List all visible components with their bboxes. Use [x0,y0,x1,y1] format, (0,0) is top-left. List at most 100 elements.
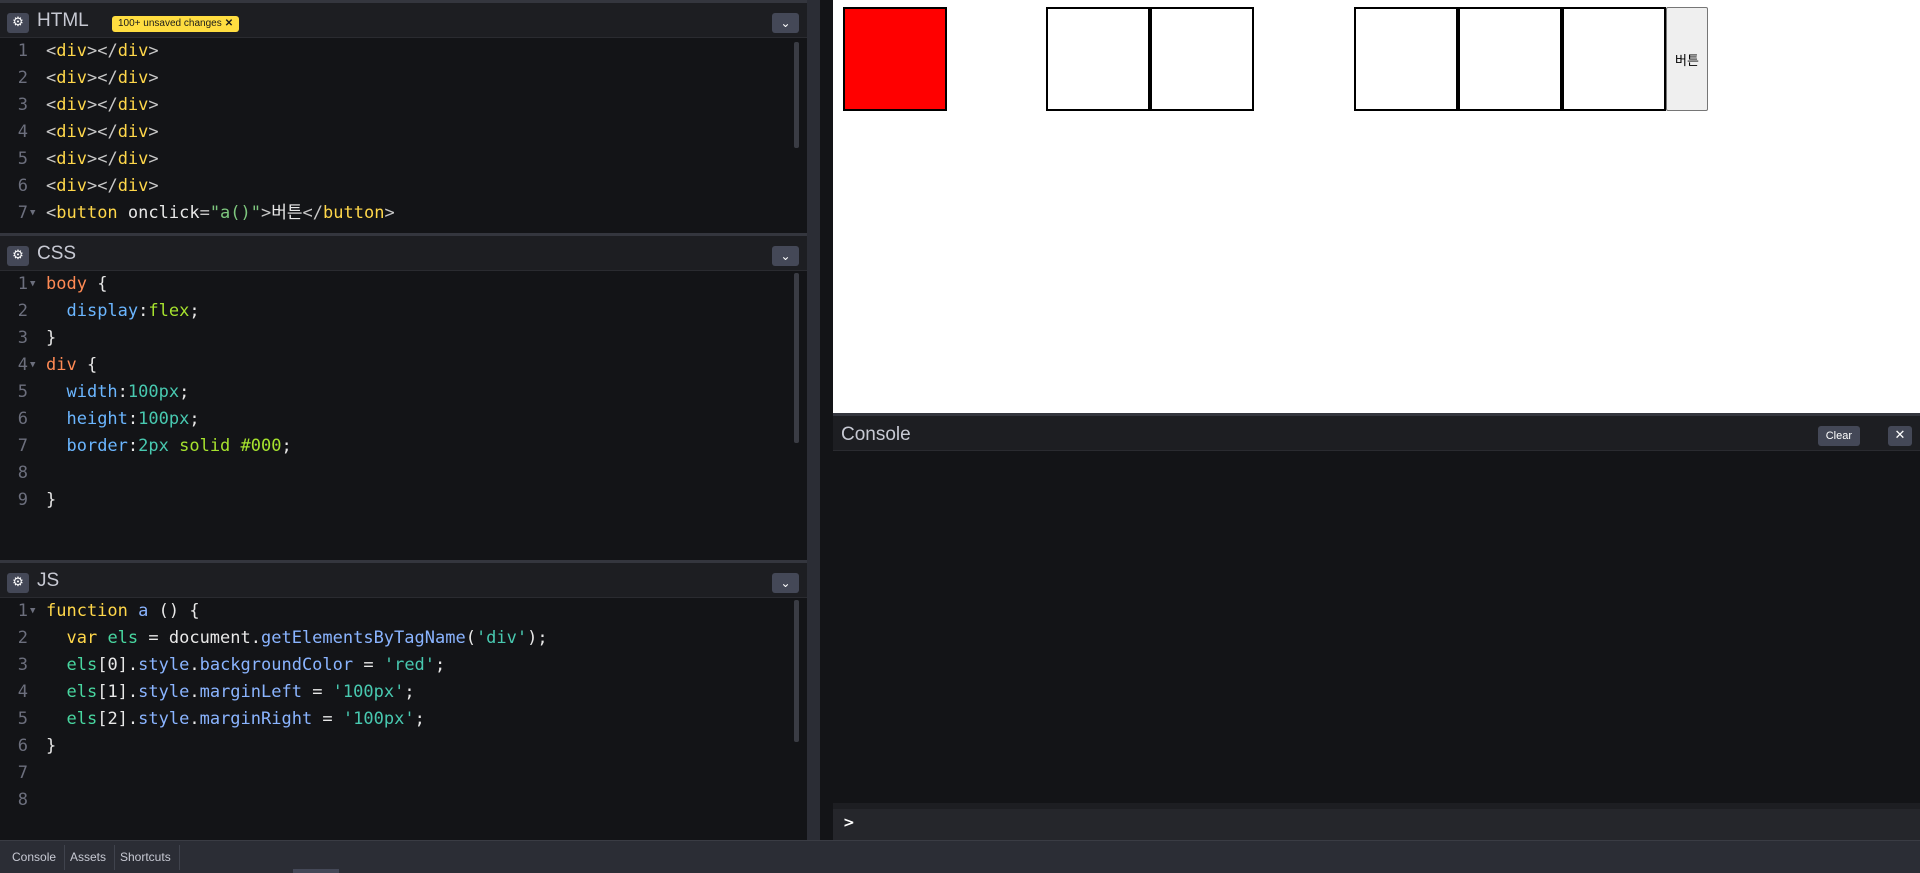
code-text: <div></div> [46,41,159,61]
code-text: els[0].style.backgroundColor = 'red'; [66,655,446,675]
code-line[interactable]: 9} [0,487,807,514]
fold-arrow-icon[interactable]: ▼ [30,200,35,227]
code-line[interactable]: 5 els[2].style.marginRight = '100px'; [0,706,807,733]
code-line[interactable]: 3} [0,325,807,352]
shortcuts-button[interactable]: Shortcuts [112,845,180,870]
code-line[interactable]: 2 var els = document.getElementsByTagNam… [0,625,807,652]
preview-box [1562,7,1666,111]
clear-button[interactable]: Clear [1817,426,1860,446]
code-line[interactable]: 4 <div></div> [0,119,807,146]
console-header: Console Clear ✕ [833,413,1920,451]
css-code-area[interactable]: 1 ▼ body {2 display:flex; 3} 4 ▼ div {5 width:… [0,271,807,560]
fold-arrow-icon[interactable]: ▼ [30,271,35,298]
chevron-down-icon[interactable]: ⌄ [772,13,799,33]
codepen-app: ⚙ HTML 100+ unsaved changes ✕ ⌄ 1 <div></d… [0,0,1920,873]
code-text: var els = document.getElementsByTagName(… [66,628,548,648]
line-number: 8 [17,790,28,810]
fold-arrow-icon[interactable]: ▼ [30,352,35,379]
code-text: <div></div> [46,149,159,169]
code-text: } [46,490,57,510]
line-number: 7 [17,436,28,456]
line-number: 6 [17,176,28,196]
console-title: Console [841,424,911,445]
preview-box [1354,7,1458,111]
js-code-area[interactable]: 1 ▼ function a () {2 var els = document.ge… [0,598,807,840]
code-line[interactable]: 2 <div></div> [0,65,807,92]
css-scrollbar[interactable] [794,273,799,443]
code-line[interactable]: 3 <div></div> [0,92,807,119]
console-tab-button[interactable]: Console [4,845,66,870]
line-number: 7 [17,763,28,783]
code-text: } [46,328,57,348]
code-line[interactable]: 6} [0,733,807,760]
js-editor-header: ⚙ JS ⌄ [0,560,807,598]
result-preview[interactable]: 버튼 [833,0,1920,413]
code-line[interactable]: 8 [0,460,807,487]
chevron-down-icon[interactable]: ⌄ [772,573,799,593]
line-number: 2 [17,301,28,321]
code-line[interactable]: 1 ▼ function a () { [0,598,807,625]
console-prompt: > [843,815,855,831]
code-text: } [46,736,57,756]
preview-box [1046,7,1150,111]
code-text: display:flex; [66,301,200,321]
assets-button[interactable]: Assets [62,845,116,870]
line-number: 2 [17,68,28,88]
code-line[interactable]: 4 ▼ div { [0,352,807,379]
line-number: 4 [17,682,28,702]
css-editor: ⚙ CSS ⌄ 1 ▼ body {2 display:flex; 3} 4 ▼ div {… [0,233,807,560]
code-line[interactable]: 1 ▼ body { [0,271,807,298]
line-number: 5 [17,382,28,402]
code-line[interactable]: 8 [0,787,807,814]
unsaved-changes-label: 100+ unsaved changes [118,18,222,29]
code-line[interactable]: 4 els[1].style.marginLeft = '100px'; [0,679,807,706]
code-text: <div></div> [46,68,159,88]
line-number: 3 [17,655,28,675]
css-editor-header: ⚙ CSS ⌄ [0,233,807,271]
gear-icon[interactable]: ⚙ [7,573,29,593]
close-icon[interactable]: ✕ [1888,426,1912,446]
preview-button[interactable]: 버튼 [1666,7,1708,111]
preview-box [843,7,947,111]
line-number: 5 [17,149,28,169]
gear-icon[interactable]: ⚙ [7,13,29,33]
html-code-area[interactable]: 1 <div></div> 2 <div></div> 3 <div></div> 4 <di… [0,38,807,230]
console-input[interactable]: > [833,809,1920,840]
js-editor: ⚙ JS ⌄ 1 ▼ function a () {2 var els = docu… [0,560,807,840]
line-number: 5 [17,709,28,729]
code-line[interactable]: 7 border:2px solid #000; [0,433,807,460]
code-line[interactable]: 5 <div></div> [0,146,807,173]
code-text: div { [46,355,98,375]
line-number: 3 [17,328,28,348]
html-scrollbar[interactable] [794,42,799,148]
code-line[interactable]: 6 height:100px; [0,406,807,433]
line-number: 2 [17,628,28,648]
js-scrollbar[interactable] [794,600,799,742]
code-line[interactable]: 3 els[0].style.backgroundColor = 'red'; [0,652,807,679]
code-text: <div></div> [46,122,159,142]
code-line[interactable]: 1 <div></div> [0,38,807,65]
close-icon[interactable]: ✕ [225,18,233,29]
code-text: border:2px solid #000; [66,436,292,456]
code-text: body { [46,274,108,294]
fold-arrow-icon[interactable]: ▼ [30,598,35,625]
code-line[interactable]: 6 <div></div> [0,173,807,200]
line-number: 1 [17,601,28,621]
chevron-down-icon[interactable]: ⌄ [772,246,799,266]
unsaved-changes-badge[interactable]: 100+ unsaved changes ✕ [112,16,240,32]
bottom-bar: Console Assets Shortcuts [0,840,1920,873]
line-number: 4 [17,122,28,142]
code-text: els[1].style.marginLeft = '100px'; [66,682,415,702]
code-line[interactable]: 2 display:flex; [0,298,807,325]
line-number: 3 [17,95,28,115]
preview-box [1150,7,1254,111]
resize-handle[interactable] [293,869,339,873]
line-number: 6 [17,736,28,756]
code-line[interactable]: 7 ▼ <button onclick="a()">버튼</button> [0,200,807,227]
code-line[interactable]: 7 [0,760,807,787]
gear-icon[interactable]: ⚙ [7,246,29,266]
code-text: height:100px; [66,409,200,429]
preview-box [1458,7,1562,111]
code-line[interactable]: 5 width:100px; [0,379,807,406]
line-number: 1 [17,41,28,61]
